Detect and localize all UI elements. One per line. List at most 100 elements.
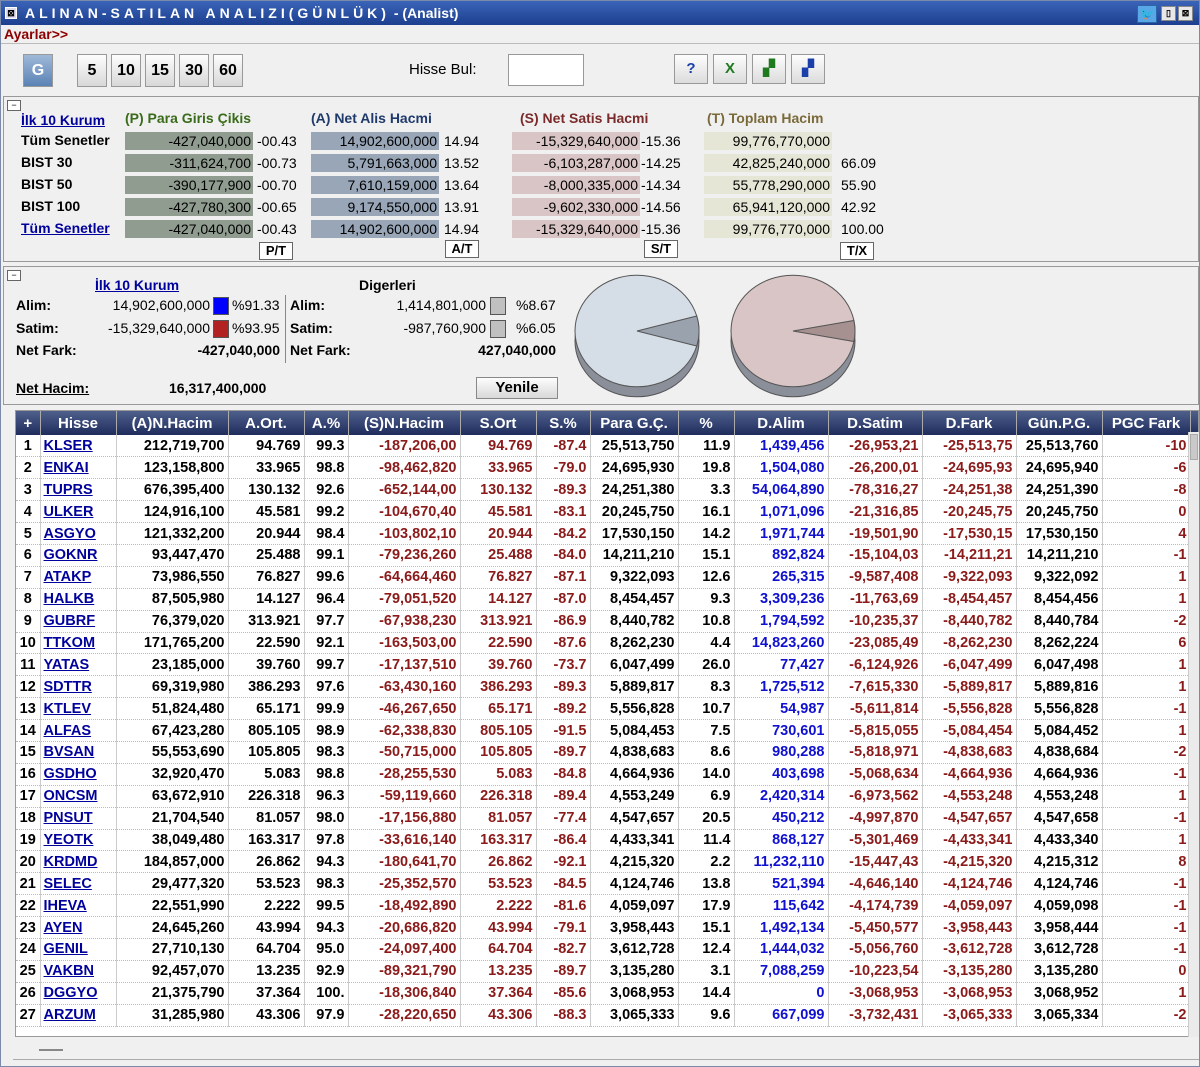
table-row[interactable]: 27 ARZUM 31,285,980 43.306 97.9 -28,220,650 43…	[16, 1004, 1198, 1027]
collapse-icon[interactable]: −	[7, 270, 21, 281]
table-row[interactable]: 6 GOKNR 93,447,470 25.488 99.1 -79,236,260 25.…	[16, 544, 1198, 567]
column-header[interactable]: S.Ort	[460, 411, 537, 435]
table-row[interactable]: 10 TTKOM 171,765,200 22.590 92.1 -163,503,00 2…	[16, 632, 1198, 655]
network-icon[interactable]: ▞	[791, 54, 825, 84]
vertical-scrollbar[interactable]	[1188, 432, 1199, 1037]
hisse-search-input[interactable]	[508, 54, 584, 86]
stock-symbol-link[interactable]: YEOTK	[40, 829, 117, 852]
stock-symbol-link[interactable]: TTKOM	[40, 632, 117, 655]
table-cell: -17,530,15	[922, 522, 1017, 545]
table-row[interactable]: 20 KRDMD 184,857,000 26.862 94.3 -180,641,70 2…	[16, 850, 1198, 874]
stock-symbol-link[interactable]: ASGYO	[40, 522, 117, 545]
stock-symbol-link[interactable]: AYEN	[40, 916, 117, 939]
column-header[interactable]: %	[678, 411, 735, 435]
table-row[interactable]: 13 KTLEV 51,824,480 65.171 99.9 -46,267,650 65…	[16, 697, 1198, 721]
restore-icon[interactable]: ▯	[1161, 6, 1176, 21]
table-row[interactable]: 25 VAKBN 92,457,070 13.235 92.9 -89,321,790 13…	[16, 960, 1198, 983]
column-header[interactable]: +	[16, 411, 41, 435]
question-icon[interactable]: ?	[674, 54, 708, 84]
period-button-5[interactable]: 5	[77, 54, 107, 87]
period-button-30[interactable]: 30	[179, 54, 209, 87]
table-row[interactable]: 12 SDTTR 69,319,980 386.293 97.6 -63,430,160 3…	[16, 675, 1198, 699]
stock-symbol-link[interactable]: GSDHO	[40, 763, 117, 786]
kurum-link[interactable]: İlk 10 Kurum	[21, 112, 105, 128]
table-row[interactable]: 23 AYEN 24,645,260 43.994 94.3 -20,686,820 43.…	[16, 916, 1198, 939]
stock-symbol-link[interactable]: ONCSM	[40, 785, 117, 808]
table-row[interactable]: 3 TUPRS 676,395,400 130.132 92.6 -652,144,00 1…	[16, 478, 1198, 502]
column-header[interactable]: PGC Fark	[1102, 411, 1191, 435]
stock-symbol-link[interactable]: VAKBN	[40, 960, 117, 983]
stock-symbol-link[interactable]: ENKAI	[40, 456, 117, 480]
stock-symbol-link[interactable]: ULKER	[40, 500, 117, 524]
table-row[interactable]: 2 ENKAI 123,158,800 33.965 98.8 -98,462,820 33…	[16, 456, 1198, 480]
at-button[interactable]: A/T	[445, 240, 479, 258]
table-row[interactable]: 5 ASGYO 121,332,200 20.944 98.4 -103,802,10 20…	[16, 522, 1198, 545]
close-icon[interactable]: ⊠	[1178, 6, 1193, 21]
stock-symbol-link[interactable]: YATAS	[40, 653, 117, 677]
stock-symbol-link[interactable]: GOKNR	[40, 544, 117, 567]
stock-symbol-link[interactable]: ALFAS	[40, 719, 117, 742]
st-button[interactable]: S/T	[644, 240, 678, 258]
column-header[interactable]: S.%	[536, 411, 591, 435]
stock-symbol-link[interactable]: GUBRF	[40, 610, 117, 633]
refresh-button[interactable]: Yenile	[476, 377, 558, 399]
tx-button[interactable]: T/X	[840, 242, 874, 260]
stock-symbol-link[interactable]: SDTTR	[40, 675, 117, 699]
table-row[interactable]: 17 ONCSM 63,672,910 226.318 96.3 -59,119,660 2…	[16, 785, 1198, 808]
collapse-icon[interactable]: −	[7, 100, 21, 111]
period-button-g[interactable]: G	[23, 54, 53, 87]
column-header[interactable]: D.Alim	[734, 411, 829, 435]
stock-symbol-link[interactable]: KRDMD	[40, 850, 117, 874]
period-button-60[interactable]: 60	[213, 54, 243, 87]
horizontal-scroll-indicator[interactable]	[39, 1049, 63, 1051]
print-icon[interactable]: ▞	[752, 54, 786, 84]
column-header[interactable]: Hisse	[40, 411, 117, 435]
table-row[interactable]: 18 PNSUT 21,704,540 81.057 98.0 -17,156,880 81…	[16, 807, 1198, 830]
stock-symbol-link[interactable]: KLSER	[40, 435, 117, 458]
table-row[interactable]: 21 SELEC 29,477,320 53.523 98.3 -25,352,570 53…	[16, 872, 1198, 896]
table-row[interactable]: 14 ALFAS 67,423,280 805.105 98.9 -62,338,830 8…	[16, 719, 1198, 742]
column-header[interactable]: Para G.Ç.	[590, 411, 679, 435]
settings-link[interactable]: Ayarlar>>	[4, 26, 68, 42]
column-header[interactable]: D.Fark	[922, 411, 1017, 435]
scroll-thumb[interactable]	[1190, 434, 1198, 460]
table-row[interactable]: 16 GSDHO 32,920,470 5.083 98.8 -28,255,530 5.0…	[16, 763, 1198, 786]
column-header[interactable]: D.Satim	[828, 411, 923, 435]
kurum-link-2[interactable]: İlk 10 Kurum	[95, 277, 179, 293]
table-row[interactable]: 26 DGGYO 21,375,790 37.364 100. -18,306,840 37…	[16, 982, 1198, 1005]
column-header[interactable]: A.Ort.	[228, 411, 305, 435]
period-button-10[interactable]: 10	[111, 54, 141, 87]
summary-row-label[interactable]: Tüm Senetler	[21, 220, 110, 236]
column-header[interactable]: (A)N.Hacim	[116, 411, 229, 435]
table-row[interactable]: 8 HALKB 87,505,980 14.127 96.4 -79,051,520 14.…	[16, 588, 1198, 611]
stock-symbol-link[interactable]: ARZUM	[40, 1004, 117, 1027]
table-row[interactable]: 1 KLSER 212,719,700 94.769 99.3 -187,206,00 94…	[16, 435, 1198, 458]
stock-symbol-link[interactable]: BVSAN	[40, 741, 117, 764]
stock-symbol-link[interactable]: PNSUT	[40, 807, 117, 830]
table-row[interactable]: 11 YATAS 23,185,000 39.760 99.7 -17,137,510 39…	[16, 653, 1198, 677]
stock-symbol-link[interactable]: GENIL	[40, 938, 117, 961]
excel-icon[interactable]: X	[713, 54, 747, 84]
stock-symbol-link[interactable]: TUPRS	[40, 478, 117, 502]
stock-symbol-link[interactable]: DGGYO	[40, 982, 117, 1005]
table-row[interactable]: 22 IHEVA 22,551,990 2.222 99.5 -18,492,890 2.2…	[16, 894, 1198, 918]
column-header[interactable]: (S)N.Hacim	[348, 411, 461, 435]
stock-symbol-link[interactable]: IHEVA	[40, 894, 117, 918]
stock-symbol-link[interactable]: HALKB	[40, 588, 117, 611]
table-row[interactable]: 19 YEOTK 38,049,480 163.317 97.8 -33,616,140 1…	[16, 829, 1198, 852]
table-row[interactable]: 7 ATAKP 73,986,550 76.827 99.6 -64,664,460 76.…	[16, 566, 1198, 589]
table-cell: 4,059,097	[590, 894, 679, 918]
stock-symbol-link[interactable]: KTLEV	[40, 697, 117, 721]
table-row[interactable]: 15 BVSAN 55,553,690 105.805 98.3 -50,715,000 1…	[16, 741, 1198, 764]
table-row[interactable]: 4 ULKER 124,916,100 45.581 99.2 -104,670,40 45…	[16, 500, 1198, 524]
stock-symbol-link[interactable]: ATAKP	[40, 566, 117, 589]
table-row[interactable]: 9 GUBRF 76,379,020 313.921 97.7 -67,938,230 31…	[16, 610, 1198, 633]
stock-symbol-link[interactable]: SELEC	[40, 872, 117, 896]
period-button-15[interactable]: 15	[145, 54, 175, 87]
system-menu-icon[interactable]: ⊠	[5, 7, 17, 19]
column-header[interactable]: A.%	[304, 411, 349, 435]
table-row[interactable]: 24 GENIL 27,710,130 64.704 95.0 -24,097,400 64…	[16, 938, 1198, 961]
pt-button[interactable]: P/T	[259, 242, 293, 260]
column-header[interactable]: Gün.P.G.	[1016, 411, 1103, 435]
twitter-icon[interactable]: 🐦	[1137, 5, 1157, 23]
